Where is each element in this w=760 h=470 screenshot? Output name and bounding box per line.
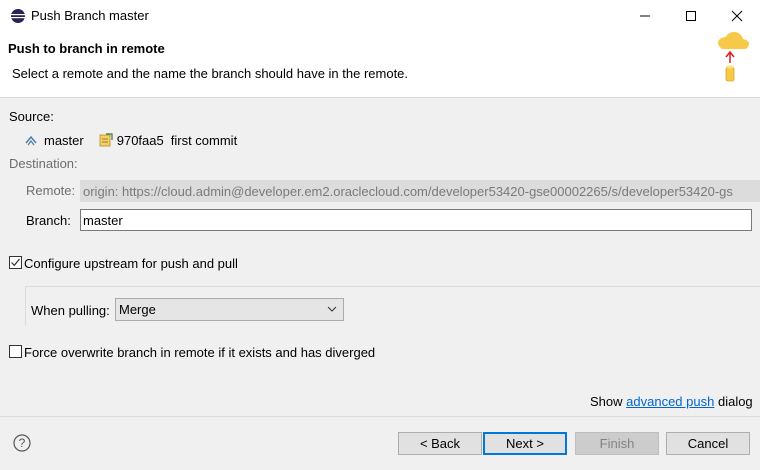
commit-icon (99, 133, 113, 147)
chevron-down-icon (327, 306, 337, 312)
configure-upstream-label[interactable]: Configure upstream for push and pull (24, 256, 238, 271)
next-button[interactable]: Next > (483, 432, 567, 455)
checkmark-icon (11, 258, 20, 267)
when-pulling-value: Merge (119, 302, 156, 317)
configure-upstream-checkbox[interactable] (9, 256, 22, 269)
source-label: Source: (9, 109, 54, 124)
branch-label: Branch: (26, 213, 71, 228)
svg-text:?: ? (19, 436, 26, 450)
source-commit-message: first commit (170, 132, 238, 148)
force-overwrite-label[interactable]: Force overwrite branch in remote if it e… (24, 345, 375, 360)
advanced-suffix: dialog (717, 394, 753, 409)
window-title: Push Branch master (31, 8, 149, 23)
push-cloud-icon (718, 32, 749, 82)
force-overwrite-checkbox[interactable] (9, 345, 22, 358)
eclipse-icon (11, 9, 25, 23)
help-icon[interactable]: ? (13, 434, 31, 452)
remote-field: origin: https://cloud.admin@developer.em… (80, 180, 760, 202)
source-commit-id: 970faa5 (116, 132, 164, 148)
close-icon (731, 10, 743, 21)
cancel-button[interactable]: Cancel (666, 432, 750, 455)
close-button[interactable] (714, 0, 760, 31)
advanced-prefix: Show (590, 394, 623, 409)
wizard-header: Push to branch in remote Select a remote… (0, 31, 760, 98)
page-description: Select a remote and the name the branch … (12, 66, 409, 81)
maximize-button[interactable] (668, 0, 714, 31)
finish-button[interactable]: Finish (575, 432, 659, 455)
source-branch-name: master (44, 132, 84, 148)
destination-label: Destination: (9, 156, 78, 171)
advanced-push-text: Show advanced push dialog (590, 394, 753, 409)
maximize-icon (686, 10, 696, 21)
minimize-icon (640, 15, 650, 16)
source-row: master 970faa5 first commit (24, 131, 237, 149)
back-button[interactable]: < Back (398, 432, 482, 455)
when-pulling-label: When pulling: (31, 303, 110, 318)
when-pulling-select[interactable]: Merge (115, 298, 344, 321)
minimize-button[interactable] (622, 0, 668, 31)
footer-divider (0, 416, 760, 417)
title-bar: Push Branch master (0, 0, 760, 31)
advanced-push-link[interactable]: advanced push (626, 394, 714, 409)
remote-label: Remote: (26, 183, 76, 198)
page-title: Push to branch in remote (8, 41, 165, 56)
branch-icon (25, 135, 37, 146)
branch-input[interactable]: master (80, 209, 752, 231)
